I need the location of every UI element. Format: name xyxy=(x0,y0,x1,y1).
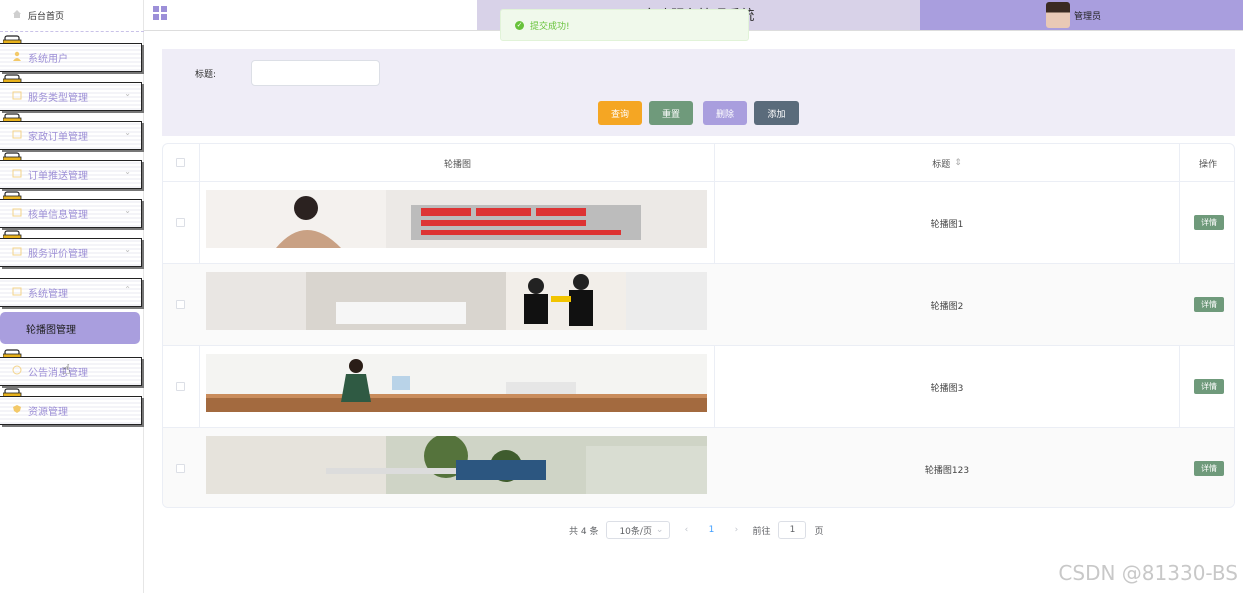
sidebar-item-label: 服务类型管理 xyxy=(28,93,88,104)
sidebar-item-system[interactable]: 系统管理 ⌃ xyxy=(0,278,142,307)
hand-cursor-icon: ☝ xyxy=(62,362,71,378)
user-name: 管理员 xyxy=(1074,11,1102,22)
chevron-down-icon: ⌄ xyxy=(124,206,131,215)
carousel-image-2 xyxy=(206,272,707,330)
carousel-image-1 xyxy=(206,190,707,248)
page-suffix: 页 xyxy=(814,526,824,537)
check-circle-icon: ✓ xyxy=(515,20,524,30)
sidebar-item-service-types[interactable]: 服务类型管理 ⌄ xyxy=(0,82,142,111)
reset-button[interactable]: 重置 xyxy=(649,101,693,125)
sidebar-item-resources[interactable]: 资源管理 xyxy=(0,396,142,425)
page-number-current[interactable]: 1 xyxy=(702,525,720,535)
user-menu[interactable]: 管理员 xyxy=(920,0,1243,30)
carousel-table: 轮播图 标题 ⇕ 操作 轮播图1 详情 轮播图2 详情 轮播图3 详情 轮播图1… xyxy=(162,143,1235,508)
sidebar-item-notices[interactable]: 公告消息管理 xyxy=(0,357,142,386)
sidebar-item-order-push[interactable]: 订单推送管理 ⌄ xyxy=(0,160,142,189)
row-title: 轮播图3 xyxy=(930,383,964,394)
page-size-value: 10条/页 xyxy=(619,526,652,537)
chevron-down-icon: ⌄ xyxy=(124,89,131,98)
shield-icon xyxy=(12,404,22,417)
info-icon xyxy=(12,365,22,378)
page-size-select[interactable]: 10条/页 ⌄ xyxy=(606,521,671,539)
sidebar-item-label: 核单信息管理 xyxy=(28,210,88,221)
user-icon xyxy=(12,51,22,64)
folder-icon xyxy=(12,246,22,259)
chevron-down-icon: ⌄ xyxy=(124,167,131,176)
success-toast: ✓ 提交成功! xyxy=(500,9,749,41)
title-search-input[interactable] xyxy=(251,60,380,86)
detail-button[interactable]: 详情 xyxy=(1194,379,1224,394)
row-checkbox[interactable] xyxy=(176,300,185,309)
sidebar-home-label: 后台首页 xyxy=(28,12,65,22)
sidebar-item-verification[interactable]: 核单信息管理 ⌄ xyxy=(0,199,142,228)
chevron-down-icon: ⌄ xyxy=(124,128,131,137)
table-header: 轮播图 标题 ⇕ 操作 xyxy=(163,144,1234,182)
row-title: 轮播图2 xyxy=(930,301,964,312)
toast-message: 提交成功! xyxy=(530,21,570,32)
folder-icon xyxy=(12,207,22,220)
sidebar-subitem-label: 轮播图管理 xyxy=(26,324,76,336)
sidebar-item-label: 系统用户 xyxy=(28,54,68,65)
sidebar-item-home[interactable]: 后台首页 xyxy=(0,0,144,32)
add-button[interactable]: 添加 xyxy=(754,101,799,125)
sidebar-item-label: 资源管理 xyxy=(28,407,68,418)
avatar xyxy=(1046,2,1070,28)
carousel-image-4 xyxy=(206,436,707,494)
table-row: 轮播图123 详情 xyxy=(163,428,1234,507)
sidebar: 后台首页 系统用户 服务类型管理 ⌄ 家政订单管理 ⌄ 订单推送管理 ⌄ 核单信… xyxy=(0,0,144,593)
detail-button[interactable]: 详情 xyxy=(1194,215,1224,230)
delete-button[interactable]: 删除 xyxy=(703,101,747,125)
next-page-icon[interactable]: › xyxy=(728,525,744,535)
column-header-title-label: 标题 xyxy=(932,159,951,170)
sidebar-item-label: 服务评价管理 xyxy=(28,249,88,260)
folder-icon xyxy=(12,286,22,299)
goto-page-input[interactable]: 1 xyxy=(778,521,807,539)
chevron-down-icon: ⌄ xyxy=(124,245,131,254)
pagination: 共 4 条 10条/页 ⌄ ‹ 1 › 前往 1 页 xyxy=(569,520,823,540)
pagination-total: 共 4 条 xyxy=(569,526,599,537)
detail-button[interactable]: 详情 xyxy=(1194,297,1224,312)
home-icon xyxy=(12,9,22,22)
column-header-image: 轮播图 xyxy=(443,159,471,170)
sidebar-item-orders[interactable]: 家政订单管理 ⌄ xyxy=(0,121,142,150)
table-row: 轮播图1 详情 xyxy=(163,182,1234,264)
menu-grid-icon[interactable] xyxy=(153,6,167,20)
sidebar-item-label: 系统管理 xyxy=(28,289,68,300)
watermark: CSDN @81330-BS xyxy=(1058,561,1238,585)
goto-label: 前往 xyxy=(752,526,771,537)
sidebar-item-system-users[interactable]: 系统用户 xyxy=(0,43,142,72)
sidebar-subitem-carousel[interactable]: 轮播图管理 xyxy=(0,312,140,344)
row-checkbox[interactable] xyxy=(176,464,185,473)
folder-icon xyxy=(12,90,22,103)
query-button[interactable]: 查询 xyxy=(598,101,642,125)
chevron-up-icon: ⌃ xyxy=(124,285,131,294)
sidebar-item-label: 公告消息管理 xyxy=(28,368,88,379)
folder-icon xyxy=(12,129,22,142)
table-row: 轮播图3 详情 xyxy=(163,346,1234,428)
row-title: 轮播图123 xyxy=(924,465,970,476)
sidebar-item-label: 订单推送管理 xyxy=(28,171,88,182)
search-panel: 标题: 查询 重置 删除 添加 xyxy=(162,49,1235,136)
folder-icon xyxy=(12,168,22,181)
detail-button[interactable]: 详情 xyxy=(1194,461,1224,476)
chevron-down-icon: ⌄ xyxy=(655,525,664,535)
sidebar-item-label: 家政订单管理 xyxy=(28,132,88,143)
row-checkbox[interactable] xyxy=(176,218,185,227)
sort-icon[interactable]: ⇕ xyxy=(954,158,962,168)
prev-page-icon[interactable]: ‹ xyxy=(678,525,694,535)
table-row: 轮播图2 详情 xyxy=(163,264,1234,346)
column-header-actions: 操作 xyxy=(1198,159,1217,170)
sidebar-item-reviews[interactable]: 服务评价管理 ⌄ xyxy=(0,238,142,267)
row-title: 轮播图1 xyxy=(930,219,964,230)
column-header-title[interactable]: 标题 ⇕ xyxy=(715,144,1179,182)
row-checkbox[interactable] xyxy=(176,382,185,391)
select-all-checkbox[interactable] xyxy=(176,158,185,167)
title-filter-label: 标题: xyxy=(195,70,217,80)
carousel-image-3 xyxy=(206,354,707,412)
